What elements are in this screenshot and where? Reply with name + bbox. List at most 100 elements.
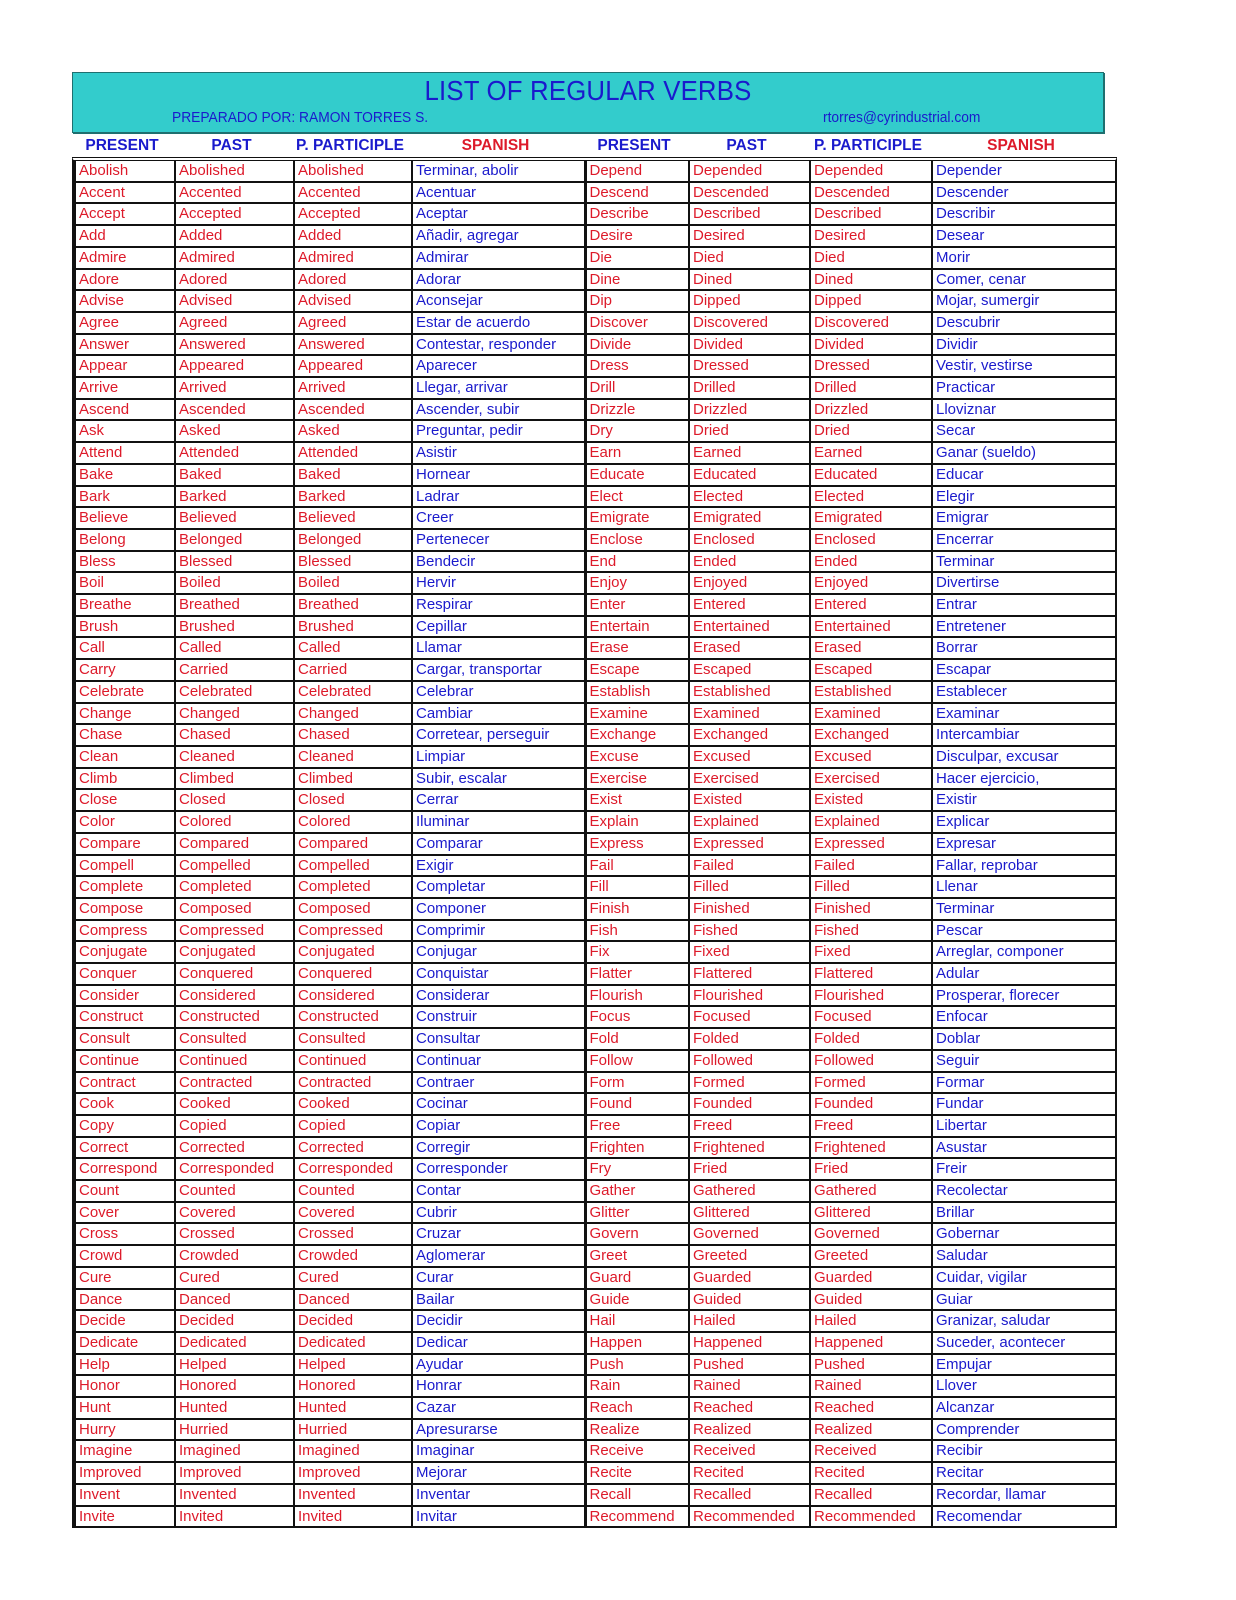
- left-present-cell: Agree: [74, 311, 176, 335]
- left-present-cell: Believe: [74, 507, 176, 530]
- left-past-cell: Added: [174, 225, 295, 248]
- right-participle-cell: Erased: [809, 637, 933, 661]
- left-present-cell: Conquer: [74, 963, 176, 986]
- right-past-cell: Fried: [688, 1158, 811, 1182]
- table-row: Construct Constructed Constructed Construir…: [74, 1006, 1117, 1030]
- left-participle-cell: Agreed: [293, 311, 413, 335]
- verb-table-body: Abolish Abolished Abolished Terminar, aboli…: [74, 161, 1117, 1529]
- right-spanish-cell: Terminar: [931, 897, 1117, 921]
- right-participle-cell: Desired: [809, 225, 933, 248]
- table-row: Celebrate Celebrated Celebrated Celebrar Est…: [74, 680, 1117, 704]
- left-spanish-cell: Cazar: [411, 1397, 587, 1420]
- left-present-cell: Call: [74, 637, 176, 661]
- left-participle-cell: Composed: [293, 897, 413, 921]
- left-present-cell: Dedicate: [74, 1331, 176, 1355]
- left-participle-cell: Admired: [293, 246, 413, 270]
- right-past-cell: Finished: [688, 897, 811, 921]
- left-spanish-cell: Iluminar: [411, 811, 587, 834]
- left-present-cell: Breathe: [74, 594, 176, 617]
- left-past-cell: Corresponded: [174, 1158, 295, 1182]
- left-spanish-cell: Aglomerar: [411, 1245, 587, 1268]
- right-past-cell: Entertained: [688, 615, 811, 639]
- left-past-cell: Crossed: [174, 1223, 295, 1247]
- left-past-cell: Agreed: [174, 311, 295, 335]
- right-present-cell: Enter: [584, 594, 690, 617]
- left-participle-cell: Conjugated: [293, 941, 413, 965]
- left-past-cell: Imagined: [174, 1440, 295, 1464]
- right-participle-cell: Flourished: [809, 984, 933, 1008]
- left-past-cell: Decided: [174, 1310, 295, 1333]
- table-row: Decide Decided Decided Decidir Hail Hailed Hai…: [74, 1310, 1117, 1333]
- left-spanish-cell: Ladrar: [411, 485, 587, 509]
- left-past-cell: Boiled: [174, 572, 295, 596]
- table-row: Cook Cooked Cooked Cocinar Found Founded Found…: [74, 1093, 1117, 1116]
- table-row: Admire Admired Admired Admirar Die Died Died Mo…: [74, 246, 1117, 270]
- table-row: Color Colored Colored Iluminar Explain Explai…: [74, 811, 1117, 834]
- table-row: Honor Honored Honored Honrar Rain Rained Raine…: [74, 1375, 1117, 1399]
- left-present-cell: Honor: [74, 1375, 176, 1399]
- right-present-cell: Focus: [584, 1006, 690, 1030]
- right-participle-cell: Guided: [809, 1288, 933, 1312]
- left-present-cell: Contract: [74, 1071, 176, 1095]
- right-participle-cell: Ended: [809, 550, 933, 574]
- right-spanish-cell: Cuidar, vigilar: [931, 1266, 1117, 1290]
- left-participle-cell: Counted: [293, 1180, 413, 1203]
- left-participle-cell: Accented: [293, 181, 413, 205]
- table-row: Clean Cleaned Cleaned Limpiar Excuse Excused E…: [74, 745, 1117, 769]
- left-spanish-cell: Cubrir: [411, 1201, 587, 1225]
- right-past-cell: Recommended: [688, 1505, 811, 1529]
- left-past-cell: Covered: [174, 1201, 295, 1225]
- left-present-cell: Accent: [74, 181, 176, 205]
- right-spanish-cell: Freir: [931, 1158, 1117, 1182]
- left-participle-cell: Accepted: [293, 203, 413, 227]
- left-participle-cell: Called: [293, 637, 413, 661]
- left-present-cell: Clean: [74, 745, 176, 769]
- left-past-cell: Conjugated: [174, 941, 295, 965]
- right-past-cell: Died: [688, 246, 811, 270]
- right-past-cell: Formed: [688, 1071, 811, 1095]
- table-row: Conquer Conquered Conquered Conquistar Flatt…: [74, 963, 1117, 986]
- left-past-cell: Conquered: [174, 963, 295, 986]
- right-spanish-cell: Fundar: [931, 1093, 1117, 1116]
- left-spanish-cell: Bailar: [411, 1288, 587, 1312]
- right-participle-cell: Earned: [809, 442, 933, 465]
- header-present-left: PRESENT: [85, 137, 159, 154]
- left-spanish-cell: Llamar: [411, 637, 587, 661]
- right-past-cell: Flattered: [688, 963, 811, 986]
- left-participle-cell: Dedicated: [293, 1331, 413, 1355]
- table-row: Abolish Abolished Abolished Terminar, aboli…: [74, 161, 1117, 183]
- right-participle-cell: Existed: [809, 789, 933, 813]
- table-row: Consider Considered Considered Considerar Fl…: [74, 984, 1117, 1008]
- left-past-cell: Called: [174, 637, 295, 661]
- left-participle-cell: Climbed: [293, 767, 413, 791]
- left-spanish-cell: Conjugar: [411, 941, 587, 965]
- left-past-cell: Colored: [174, 811, 295, 834]
- left-spanish-cell: Preguntar, pedir: [411, 420, 587, 444]
- left-past-cell: Celebrated: [174, 680, 295, 704]
- left-participle-cell: Adored: [293, 268, 413, 292]
- left-participle-cell: Consulted: [293, 1028, 413, 1051]
- right-participle-cell: Fished: [809, 919, 933, 943]
- title-banner: LIST OF REGULAR VERBS PREPARADO POR: RAM…: [72, 72, 1104, 133]
- right-participle-cell: Hailed: [809, 1310, 933, 1333]
- left-participle-cell: Compressed: [293, 919, 413, 943]
- right-past-cell: Received: [688, 1440, 811, 1464]
- table-row: Advise Advised Advised Aconsejar Dip Dipped Di…: [74, 290, 1117, 313]
- left-present-cell: Construct: [74, 1006, 176, 1030]
- left-participle-cell: Asked: [293, 420, 413, 444]
- left-spanish-cell: Respirar: [411, 594, 587, 617]
- table-row: Carry Carried Carried Cargar, transportar Es…: [74, 659, 1117, 682]
- left-present-cell: Answer: [74, 333, 176, 357]
- left-participle-cell: Added: [293, 225, 413, 248]
- right-past-cell: Described: [688, 203, 811, 227]
- left-participle-cell: Considered: [293, 984, 413, 1008]
- right-participle-cell: Elected: [809, 485, 933, 509]
- right-past-cell: Founded: [688, 1093, 811, 1116]
- right-participle-cell: Followed: [809, 1049, 933, 1073]
- right-present-cell: End: [584, 550, 690, 574]
- table-row: Appear Appeared Appeared Aparecer Dress Dress…: [74, 355, 1117, 379]
- right-spanish-cell: Educar: [931, 463, 1117, 487]
- left-past-cell: Answered: [174, 333, 295, 357]
- right-spanish-cell: Descender: [931, 181, 1117, 205]
- left-past-cell: Carried: [174, 659, 295, 682]
